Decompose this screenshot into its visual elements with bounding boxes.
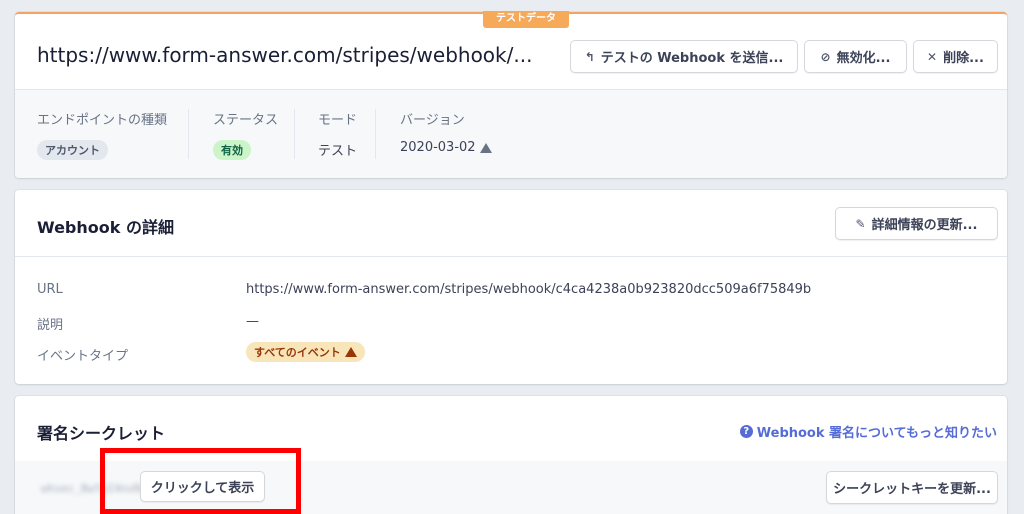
endpoint-type-badge: アカウント <box>37 140 108 160</box>
delete-button[interactable]: ✕ 削除... <box>913 40 998 73</box>
event-type-badge: すべてのイベント <box>246 342 365 362</box>
delete-label: 削除... <box>943 51 984 66</box>
warning-icon[interactable] <box>479 142 492 153</box>
help-icon: ? <box>739 425 753 438</box>
mode-field: モード テスト <box>318 109 357 159</box>
return-arrow-icon: ↰ <box>584 49 595 64</box>
url-label: URL <box>37 282 63 297</box>
disable-label: 無効化... <box>836 51 891 66</box>
header-divider <box>15 89 1007 90</box>
version-value: 2020-03-02 <box>400 140 476 155</box>
event-type-label: イベントタイプ <box>37 349 129 364</box>
roll-secret-button[interactable]: シークレットキーを更新... <box>826 471 998 504</box>
details-divider <box>15 256 1007 257</box>
mode-value: テスト <box>318 144 358 159</box>
endpoint-type-label: エンドポイントの種類 <box>37 113 168 128</box>
highlight-annotation-box <box>100 448 301 514</box>
description-label: 説明 <box>37 318 64 333</box>
meta-divider <box>188 109 189 159</box>
warning-icon <box>344 347 357 357</box>
meta-divider <box>294 109 295 159</box>
version-label: バージョン <box>400 113 465 128</box>
pencil-icon: ✎ <box>855 216 866 231</box>
disable-button[interactable]: ⊘ 無効化... <box>804 40 907 73</box>
test-data-badge: テストデータ <box>483 11 569 28</box>
description-value: — <box>246 314 259 329</box>
url-value: https://www.form-answer.com/stripes/webh… <box>246 282 812 297</box>
meta-divider <box>375 109 376 159</box>
update-details-label: 詳細情報の更新... <box>871 218 978 233</box>
version-field: バージョン 2020-03-02 <box>400 109 492 155</box>
update-details-button[interactable]: ✎ 詳細情報の更新... <box>835 207 998 240</box>
webhook-signature-help-link[interactable]: ? Webhook 署名についてもっと知りたい <box>739 422 997 441</box>
status-field: ステータス 有効 <box>213 109 278 160</box>
help-link-label: Webhook 署名についてもっと知りたい <box>756 426 997 441</box>
status-badge: 有効 <box>213 140 251 160</box>
send-test-webhook-button[interactable]: ↰ テストの Webhook を送信... <box>570 40 798 73</box>
secret-section-title: 署名シークレット <box>37 424 166 443</box>
event-type-value: すべてのイベント <box>254 346 341 359</box>
close-icon: ✕ <box>927 49 938 64</box>
send-test-webhook-label: テストの Webhook を送信... <box>600 51 784 66</box>
ban-icon: ⊘ <box>820 49 831 64</box>
details-section-title: Webhook の詳細 <box>37 218 174 237</box>
webhook-details-card: Webhook の詳細 ✎ 詳細情報の更新... URL https://www… <box>15 190 1007 384</box>
mode-label: モード <box>318 113 358 128</box>
status-label: ステータス <box>213 113 279 128</box>
roll-secret-label: シークレットキーを更新... <box>833 482 991 497</box>
endpoint-type-field: エンドポイントの種類 アカウント <box>37 109 167 160</box>
endpoint-header-card: テストデータ https://www.form-answer.com/strip… <box>15 11 1007 178</box>
endpoint-url-title: https://www.form-answer.com/stripes/webh… <box>37 43 533 67</box>
